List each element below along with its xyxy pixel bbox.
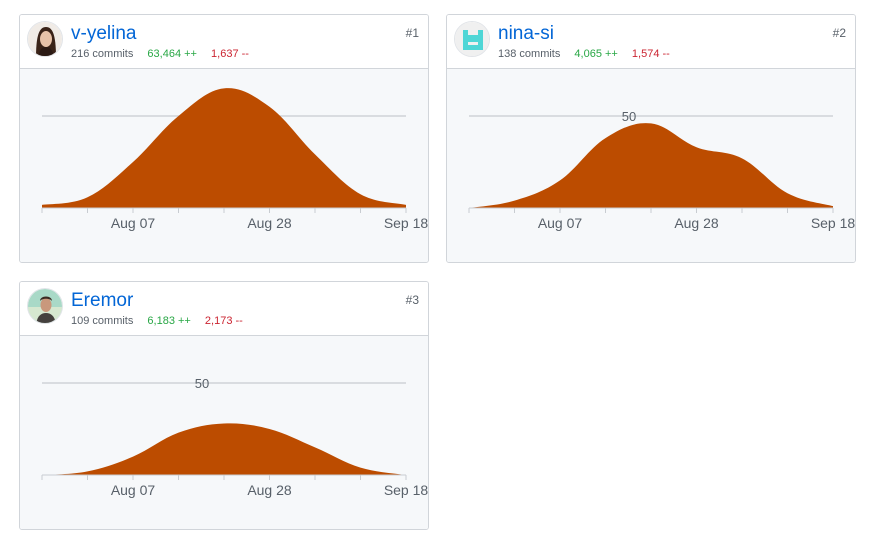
avatar[interactable] (27, 21, 63, 57)
y-tick-label: 50 (622, 109, 636, 124)
contributor-stats: 109 commits 6,183 ++ 2,173 -- (71, 314, 254, 328)
x-tick-label: Aug 07 (111, 215, 156, 231)
x-tick-label: Aug 28 (247, 482, 292, 498)
contributor-header: v-yelina 216 commits 63,464 ++ 1,637 -- … (20, 15, 428, 69)
x-tick-label: Aug 07 (538, 215, 583, 231)
commit-activity-chart: Aug 07 Aug 28 Sep 18 (20, 69, 428, 262)
contributor-card: v-yelina 216 commits 63,464 ++ 1,637 -- … (19, 14, 429, 263)
rank-badge: #3 (405, 293, 419, 307)
rank-badge: #1 (405, 26, 419, 40)
x-tick-label: Sep 18 (384, 215, 428, 231)
commit-count: 109 commits (71, 315, 134, 327)
contributor-stats: 216 commits 63,464 ++ 1,637 -- (71, 47, 260, 61)
contributor-card: nina-si 138 commits 4,065 ++ 1,574 -- #2… (446, 14, 856, 263)
y-tick-label: 50 (195, 376, 209, 391)
deletions-count: 1,574 -- (631, 48, 670, 60)
x-tick-label: Aug 28 (674, 215, 719, 231)
commit-area (42, 88, 406, 208)
avatar[interactable] (27, 288, 63, 324)
x-tick-label: Aug 07 (111, 482, 156, 498)
contributor-name-link[interactable]: v-yelina (71, 23, 136, 45)
pixel-identicon-avatar-icon (455, 22, 489, 56)
commit-activity-chart: 50 Aug 07 Aug 28 Sep 18 (20, 336, 428, 529)
contributor-header: Eremor 109 commits 6,183 ++ 2,173 -- #3 (20, 282, 428, 336)
deletions-count: 1,637 -- (211, 48, 249, 60)
contributor-name-link[interactable]: Eremor (71, 290, 133, 312)
deletions-count: 2,173 -- (204, 315, 243, 327)
x-tick-label: Sep 18 (384, 482, 428, 498)
rank-badge: #2 (832, 26, 846, 40)
additions-count: 4,065 ++ (574, 48, 618, 60)
x-tick-label: Sep 18 (811, 215, 855, 231)
commit-area (42, 423, 406, 475)
area-chart-svg: 50 Aug 07 Aug 28 Sep 18 (41, 376, 428, 498)
area-chart-svg: Aug 07 Aug 28 Sep 18 (41, 88, 428, 231)
avatar[interactable] (454, 21, 490, 57)
commit-area (469, 123, 833, 208)
contributor-header: nina-si 138 commits 4,065 ++ 1,574 -- #2 (447, 15, 855, 69)
commit-count: 138 commits (498, 48, 561, 60)
commit-activity-chart: 50 Aug 07 Aug 28 Sep 18 (447, 69, 855, 262)
user-avatar-photo-icon (28, 289, 62, 323)
contributor-name-link[interactable]: nina-si (498, 23, 554, 45)
contributor-stats: 138 commits 4,065 ++ 1,574 -- (498, 47, 681, 61)
additions-count: 63,464 ++ (147, 48, 197, 60)
commit-count: 216 commits (71, 48, 134, 60)
user-avatar-photo-icon (28, 22, 62, 56)
area-chart-svg: 50 Aug 07 Aug 28 Sep 18 (468, 109, 855, 231)
x-tick-label: Aug 28 (247, 215, 292, 231)
contributor-card: Eremor 109 commits 6,183 ++ 2,173 -- #3 … (19, 281, 429, 530)
additions-count: 6,183 ++ (147, 315, 191, 327)
